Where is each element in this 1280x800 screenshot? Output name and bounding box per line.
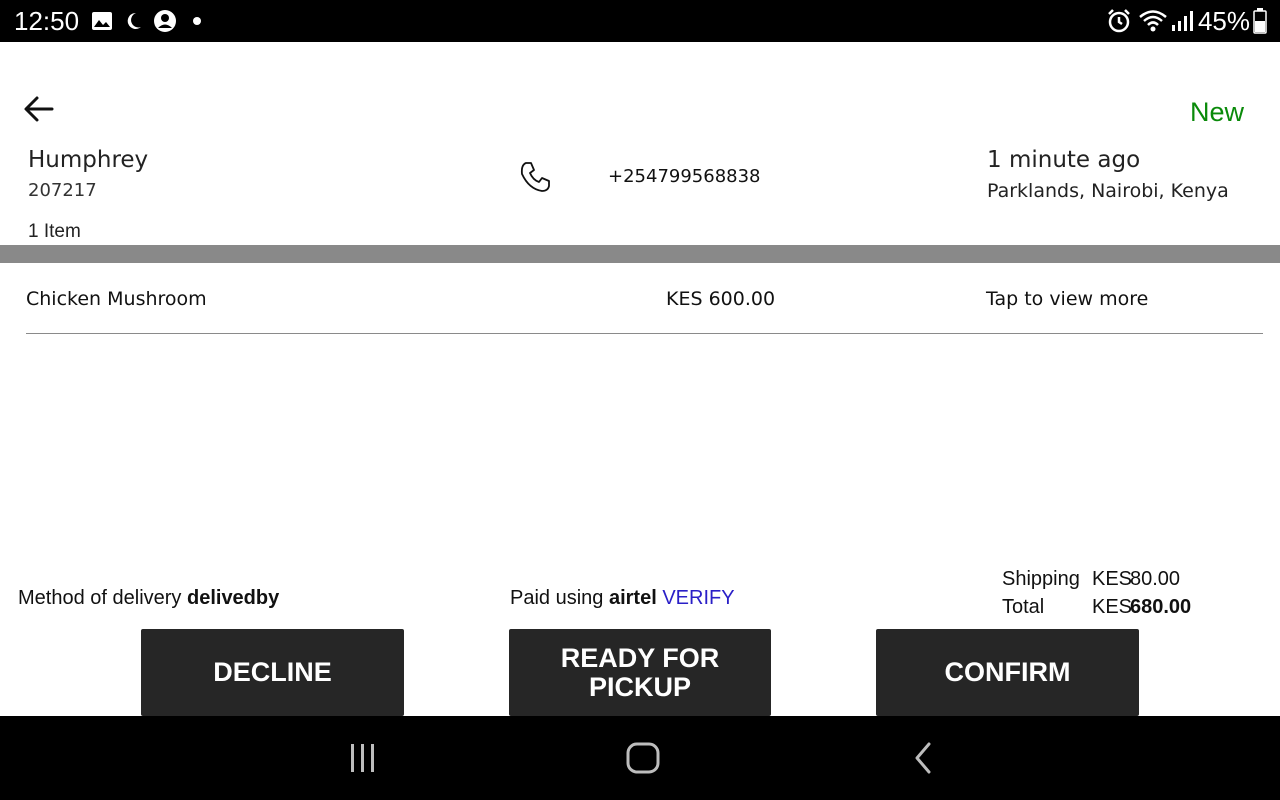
- total-currency: KES: [1092, 596, 1133, 618]
- payment-method: Paid using airtel VERIFY: [510, 587, 735, 610]
- delivery-label: Method of delivery: [18, 587, 182, 609]
- status-time: 12:50: [14, 6, 80, 36]
- phone-icon[interactable]: [518, 160, 552, 194]
- alarm-icon: [1105, 8, 1133, 34]
- total-value: 680.00: [1130, 596, 1192, 618]
- confirm-button[interactable]: CONFIRM: [876, 629, 1139, 716]
- item-name: Chicken Mushroom: [26, 288, 207, 310]
- ready-label-line1: READY FOR: [560, 642, 720, 673]
- delivery-value: delivedby: [186, 587, 280, 609]
- order-id: 207217: [28, 180, 97, 201]
- verify-link[interactable]: VERIFY: [662, 587, 734, 609]
- customer-name: Humphrey: [28, 147, 149, 173]
- delivery-method: Method of delivery delivedby: [18, 587, 279, 610]
- item-count: 1 Item: [28, 221, 81, 242]
- shipping-currency: KES: [1092, 568, 1133, 590]
- account-icon: [152, 8, 178, 34]
- section-divider: [0, 245, 1280, 263]
- back-nav-icon[interactable]: [901, 738, 945, 778]
- home-icon[interactable]: [621, 738, 665, 778]
- ready-for-pickup-button[interactable]: READY FOR PICKUP: [509, 629, 771, 716]
- status-bar: 12:50 45%: [0, 0, 1280, 42]
- ready-label: READY FOR PICKUP: [560, 642, 720, 702]
- row-divider: [26, 333, 1263, 334]
- recent-apps-icon[interactable]: [341, 738, 385, 778]
- dot-icon: [190, 8, 204, 34]
- moon-icon: [124, 8, 144, 34]
- paid-label: Paid using: [510, 587, 604, 609]
- decline-button[interactable]: DECLINE: [141, 629, 404, 716]
- battery-percent: 45%: [1197, 6, 1250, 36]
- order-status: New: [1189, 97, 1244, 127]
- paid-value: airtel: [608, 587, 657, 609]
- view-more-link[interactable]: Tap to view more: [986, 288, 1148, 310]
- total-label: Total: [1002, 596, 1045, 618]
- image-icon: [90, 8, 114, 34]
- order-time: 1 minute ago: [987, 147, 1141, 173]
- phone-number[interactable]: +254799568838: [608, 166, 761, 187]
- signal-icon: [1170, 8, 1194, 34]
- navigation-bar: [0, 716, 1280, 800]
- battery-icon: [1252, 8, 1268, 34]
- wifi-icon: [1137, 8, 1169, 34]
- order-location: Parklands, Nairobi, Kenya: [987, 180, 1229, 202]
- ready-label-line2: PICKUP: [588, 671, 691, 702]
- shipping-value: 80.00: [1130, 568, 1181, 590]
- item-price: KES 600.00: [666, 288, 776, 310]
- back-arrow-icon[interactable]: [22, 92, 56, 126]
- shipping-label: Shipping: [1002, 568, 1080, 590]
